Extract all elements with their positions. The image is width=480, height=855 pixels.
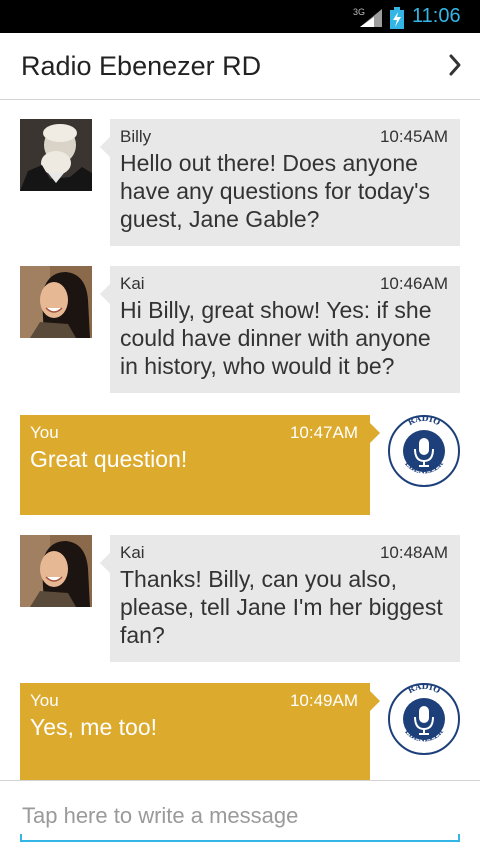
message-sender: You [30, 691, 59, 710]
message-sender: Kai [120, 543, 145, 562]
message-text: Great question! [30, 446, 188, 472]
message-text: Hi Billy, great show! Yes: if she could … [120, 297, 432, 379]
portrait-icon [20, 535, 92, 607]
station-logo-icon: RADIO EBENEZER [388, 681, 460, 755]
avatar-billy[interactable] [20, 119, 92, 191]
status-bar: 3G 11:06 [0, 0, 480, 33]
message-list[interactable]: Billy 10:45AM Hello out there! Does anyo… [0, 100, 480, 780]
message-sender: Billy [120, 127, 152, 146]
message-time: 10:46AM [379, 274, 448, 293]
portrait-icon [20, 266, 92, 338]
message-text: Hello out there! Does anyone have any qu… [120, 150, 430, 232]
status-time: 11:06 [412, 5, 461, 27]
message-time: 10:48AM [379, 543, 448, 562]
message-bubble[interactable]: Billy 10:45AM Hello out there! Does anyo… [100, 119, 460, 246]
message-time: 10:45AM [379, 127, 448, 146]
avatar-kai[interactable] [20, 266, 92, 338]
portrait-icon [20, 119, 92, 191]
message-bubble[interactable]: Kai 10:46AM Hi Billy, great show! Yes: i… [100, 266, 460, 393]
message-composer [0, 780, 480, 855]
message-time: 10:47AM [289, 423, 358, 442]
battery-charging-icon [390, 7, 404, 29]
radio-ebenezer-logo[interactable]: RADIO EBENEZER [388, 681, 460, 755]
message-bubble[interactable]: Kai 10:48AM Thanks! Billy, can you also,… [100, 535, 460, 662]
chevron-right-icon[interactable] [448, 53, 462, 77]
message-bubble-own[interactable]: You 10:49AM Yes, me too! [20, 683, 380, 780]
message-sender: Kai [120, 274, 145, 293]
signal-icon [360, 9, 382, 27]
avatar-kai[interactable] [20, 535, 92, 607]
message-text: Thanks! Billy, can you also, please, tel… [120, 566, 443, 648]
page-title: Radio Ebenezer RD [21, 51, 262, 81]
station-logo-icon: RADIO EBENEZER [388, 413, 460, 487]
radio-ebenezer-logo[interactable]: RADIO EBENEZER [388, 413, 460, 487]
conversation-header: Radio Ebenezer RD [0, 33, 480, 100]
message-time: 10:49AM [289, 691, 358, 710]
message-bubble-own[interactable]: You 10:47AM Great question! [20, 415, 380, 515]
message-input[interactable] [20, 795, 464, 837]
message-sender: You [30, 423, 59, 442]
message-text: Yes, me too! [30, 714, 158, 740]
input-underline [20, 834, 460, 842]
